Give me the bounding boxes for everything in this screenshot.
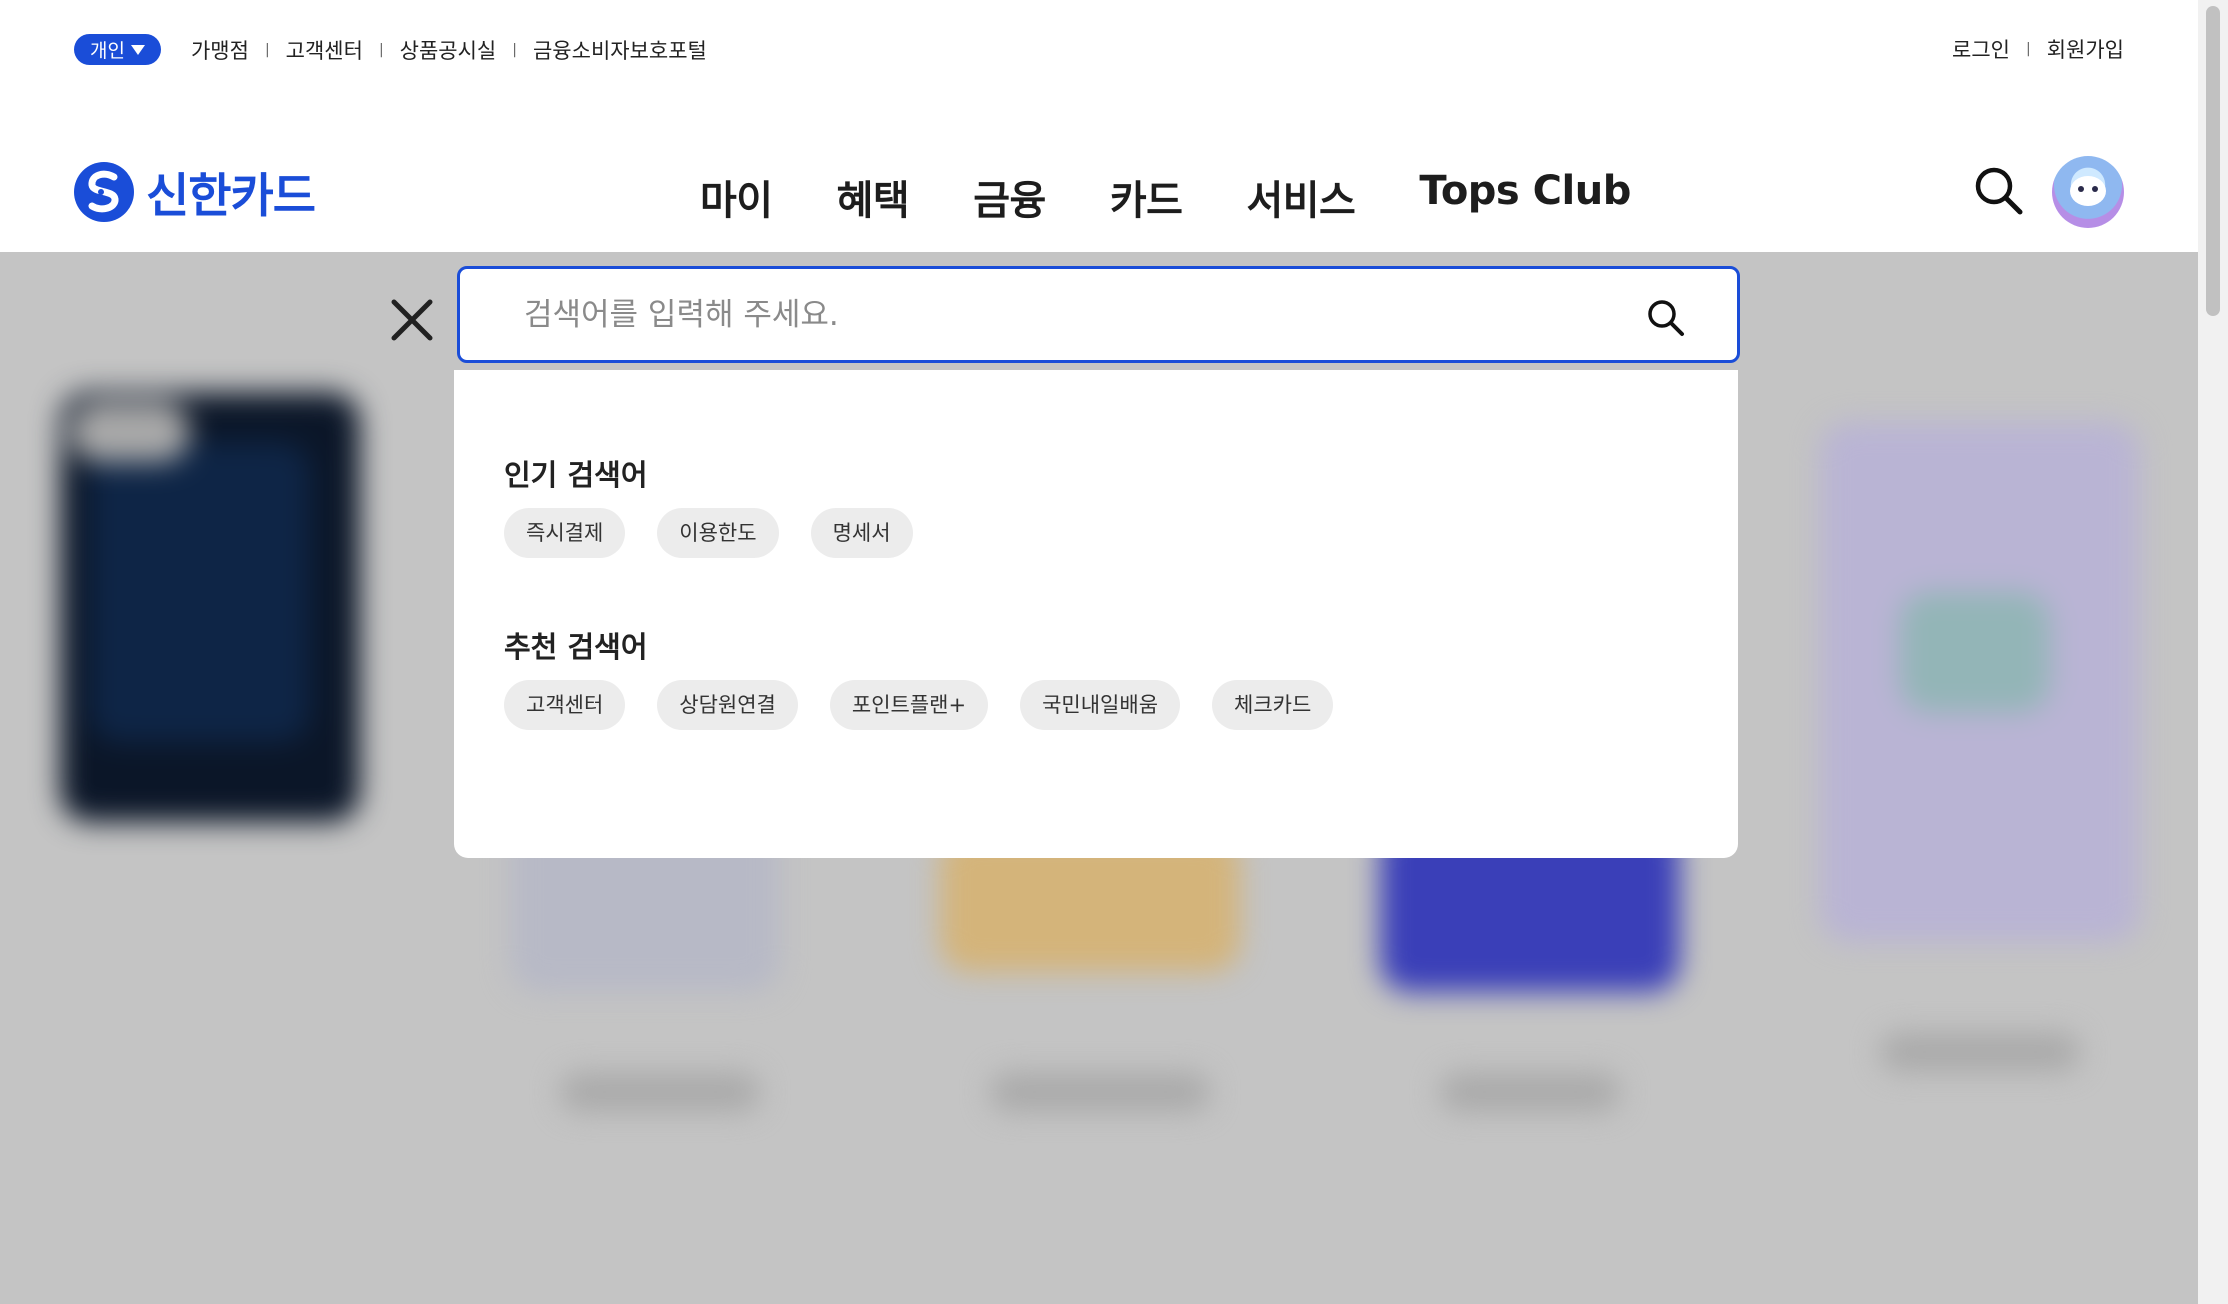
util-link-merchant[interactable]: 가맹점 — [191, 35, 249, 65]
nav-item-service[interactable]: 서비스 — [1246, 168, 1355, 226]
avatar-icon[interactable] — [2052, 156, 2124, 228]
segment-selector[interactable]: 개인 — [74, 34, 161, 65]
site-header: 개인 가맹점 | 고객센터 | 상품공시실 | 금융소비자보호포털 로그인 | … — [0, 0, 2198, 252]
caret-down-icon — [130, 44, 145, 55]
util-link-customer-center[interactable]: 고객센터 — [286, 35, 363, 65]
signup-link[interactable]: 회원가입 — [2047, 34, 2124, 64]
scrollbar-thumb[interactable] — [2206, 6, 2220, 316]
search-input[interactable] — [522, 295, 1626, 334]
util-link-product-disclosure[interactable]: 상품공시실 — [400, 35, 497, 65]
main-nav: 마이 혜택 금융 카드 서비스 Tops Club — [700, 168, 1631, 226]
nav-item-finance[interactable]: 금융 — [973, 168, 1046, 226]
nav-item-my[interactable]: 마이 — [700, 168, 773, 226]
keyword-chip[interactable]: 상담원연결 — [657, 680, 798, 730]
keyword-chip[interactable]: 이용한도 — [657, 508, 779, 558]
auth-links: 로그인 | 회원가입 — [1952, 34, 2124, 64]
search-icon[interactable] — [1645, 297, 1685, 337]
divider: | — [264, 41, 270, 58]
keyword-chip[interactable]: 포인트플랜+ — [829, 680, 989, 730]
divider: | — [512, 41, 517, 58]
shinhan-logo-icon — [74, 161, 134, 222]
popular-keywords-list: 즉시결제 이용한도 명세서 — [504, 508, 913, 558]
search-icon[interactable] — [1972, 164, 2024, 216]
keyword-chip[interactable]: 고객센터 — [504, 680, 626, 730]
popular-keywords-title: 인기 검색어 — [504, 458, 648, 492]
divider: | — [378, 41, 384, 58]
nav-item-card[interactable]: 카드 — [1110, 168, 1183, 226]
nav-item-benefits[interactable]: 혜택 — [837, 168, 910, 226]
page-scrollbar[interactable] — [2198, 0, 2228, 1304]
recommended-keywords-list: 고객센터 상담원연결 포인트플랜+ 국민내일배움 체크카드 — [504, 680, 1334, 730]
logo-text: 신한카드 — [146, 169, 316, 224]
search-box — [457, 266, 1740, 363]
keyword-chip[interactable]: 즉시결제 — [504, 508, 626, 558]
segment-label: 개인 — [90, 40, 125, 62]
keyword-chip[interactable]: 체크카드 — [1212, 680, 1334, 730]
search-suggestions-panel: 인기 검색어 즉시결제 이용한도 명세서 추천 검색어 고객센터 상담원연결 포… — [454, 370, 1738, 858]
site-logo[interactable]: 신한카드 — [74, 157, 316, 226]
nav-item-tops-club[interactable]: Tops Club — [1419, 168, 1631, 226]
divider: | — [2026, 41, 2031, 57]
login-link[interactable]: 로그인 — [1952, 34, 2010, 64]
close-icon[interactable] — [386, 294, 438, 346]
util-link-consumer-protection[interactable]: 금융소비자보호포털 — [533, 35, 707, 65]
utility-bar: 개인 가맹점 | 고객센터 | 상품공시실 | 금융소비자보호포털 — [74, 34, 707, 65]
keyword-chip[interactable]: 국민내일배움 — [1020, 680, 1181, 730]
recommended-keywords-title: 추천 검색어 — [504, 630, 648, 664]
keyword-chip[interactable]: 명세서 — [810, 508, 913, 558]
